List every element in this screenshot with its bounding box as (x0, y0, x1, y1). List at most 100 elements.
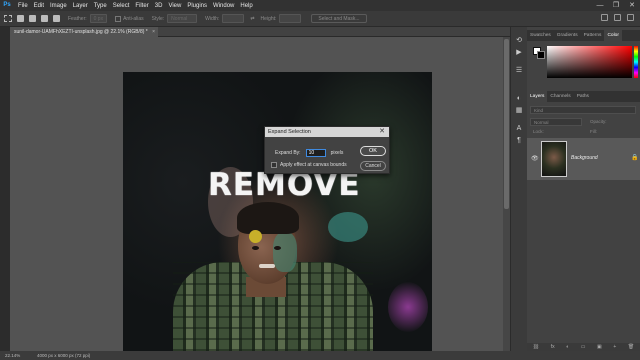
tab-color[interactable]: Color (604, 30, 622, 41)
menu-edit[interactable]: Edit (31, 3, 47, 9)
visibility-eye-icon[interactable]: 👁 (531, 155, 539, 162)
photoshop-window: Ps File Edit Image Layer Type Select Fil… (0, 0, 640, 360)
menu-window[interactable]: Window (210, 3, 237, 9)
cursor-highlight (249, 230, 262, 243)
select-and-mask-button[interactable]: Select and Mask... (311, 14, 367, 23)
subtract-selection-icon[interactable] (41, 15, 48, 22)
paragraph-icon[interactable]: ¶ (515, 137, 523, 145)
layer-row-background[interactable]: 👁 Background 🔒 (527, 138, 640, 180)
tab-gradients[interactable]: Gradients (554, 30, 581, 41)
tab-patterns[interactable]: Patterns (581, 30, 605, 41)
apply-canvas-bounds-checkbox[interactable] (271, 162, 277, 168)
opacity-label: Opacity: (590, 119, 607, 124)
adjustment-layer-icon[interactable]: ◐ (566, 343, 569, 351)
layer-style-icon[interactable]: fx (551, 343, 555, 351)
expand-by-input[interactable]: 10 (305, 149, 326, 157)
lock-label: Lock: (533, 129, 544, 134)
window-controls: — ❐ ✕ (592, 0, 640, 11)
menu-select[interactable]: Select (110, 3, 133, 9)
vertical-scroll-thumb[interactable] (504, 39, 509, 209)
menu-bar: Ps File Edit Image Layer Type Select Fil… (0, 0, 640, 11)
apply-canvas-bounds-row: Apply effect at canvas bounds (271, 162, 347, 168)
anti-alias-label: Anti-alias (123, 15, 144, 22)
menu-filter[interactable]: Filter (132, 3, 151, 9)
boy-hair (237, 202, 299, 234)
new-layer-icon[interactable]: + (613, 343, 616, 351)
search-icon[interactable] (601, 14, 608, 21)
blend-mode-select[interactable]: Normal (530, 118, 582, 126)
document-image[interactable]: REMOVE (123, 72, 432, 351)
menu-view[interactable]: View (165, 3, 184, 9)
apply-canvas-bounds-label: Apply effect at canvas bounds (280, 162, 347, 168)
share-icon[interactable] (627, 14, 634, 21)
style-label: Style: (151, 15, 165, 22)
hue-slider[interactable] (634, 46, 638, 78)
width-input[interactable] (222, 14, 245, 23)
tab-layers[interactable]: Layers (527, 91, 548, 102)
app-logo: Ps (3, 2, 11, 8)
add-selection-icon[interactable] (29, 15, 36, 22)
delete-layer-icon[interactable]: 🗑 (628, 343, 634, 351)
cancel-button[interactable]: Cancel (360, 161, 386, 171)
layer-name[interactable]: Background (571, 155, 598, 161)
menu-plugins[interactable]: Plugins (184, 3, 210, 9)
intersect-selection-icon[interactable] (53, 15, 60, 22)
document-tab-title: sunil-damor-UAMFhXEZTI-unsplash.jpg @ 22… (14, 29, 148, 35)
marquee-tool-icon[interactable] (4, 15, 12, 22)
link-layers-icon[interactable]: ⛓ (533, 343, 539, 351)
canvas-area[interactable]: REMOVE Expand Selection ✕ Expand By: 10 … (10, 37, 510, 351)
properties-icon[interactable]: ☰ (515, 67, 523, 75)
dialog-close-icon[interactable]: ✕ (379, 127, 385, 137)
menu-type[interactable]: Type (91, 3, 110, 9)
zoom-level[interactable]: 22.14% (5, 351, 20, 360)
background-figure-teal (328, 212, 368, 242)
layer-filter-kind[interactable]: Kind (530, 106, 636, 114)
menu-layer[interactable]: Layer (70, 3, 91, 9)
workspace-icon[interactable] (614, 14, 621, 21)
tab-paths[interactable]: Paths (574, 91, 592, 102)
close-window-button[interactable]: ✕ (624, 0, 640, 11)
height-label: Height: (260, 15, 277, 22)
new-group-icon[interactable]: ▣ (597, 343, 602, 351)
layer-mask-icon[interactable]: ▭ (581, 343, 586, 351)
menu-help[interactable]: Help (237, 3, 255, 9)
swap-icon[interactable]: ⇄ (250, 16, 254, 22)
document-tab[interactable]: sunil-damor-UAMFhXEZTI-unsplash.jpg @ 22… (10, 27, 158, 37)
tab-swatches[interactable]: Swatches (527, 30, 554, 41)
feather-input[interactable]: 0 px (89, 14, 108, 23)
document-tab-bar: sunil-damor-UAMFhXEZTI-unsplash.jpg @ 22… (10, 27, 510, 37)
restore-button[interactable]: ❐ (608, 0, 624, 11)
layers-panel-tabs: Layers Channels Paths (527, 91, 640, 102)
tab-channels[interactable]: Channels (547, 91, 573, 102)
ok-button[interactable]: OK (360, 146, 386, 156)
minimize-button[interactable]: — (592, 0, 608, 11)
menu-image[interactable]: Image (47, 3, 70, 9)
document-info[interactable]: 4000 px x 6000 px (72 ppi) (37, 351, 90, 360)
color-panel-tabs: Swatches Gradients Patterns Color (527, 30, 640, 41)
menu-file[interactable]: File (15, 3, 31, 9)
color-picker-field[interactable] (547, 46, 632, 78)
width-label: Width: (205, 15, 220, 22)
anti-alias-checkbox[interactable] (115, 15, 122, 22)
right-eye (274, 246, 281, 250)
character-icon[interactable]: A (515, 125, 523, 133)
background-figure-right (388, 282, 428, 332)
style-select[interactable]: Normal (167, 14, 198, 23)
new-selection-icon[interactable] (17, 15, 24, 22)
height-input[interactable] (279, 14, 302, 23)
background-color-swatch[interactable] (537, 51, 545, 59)
feather-label: Feather: (68, 15, 87, 22)
dialog-title-bar: Expand Selection ✕ (265, 127, 389, 137)
vertical-scrollbar[interactable] (503, 37, 510, 351)
face-paint (273, 232, 297, 272)
right-panels: Swatches Gradients Patterns Color Layers… (527, 27, 640, 351)
dialog-title: Expand Selection (268, 129, 311, 135)
actions-icon[interactable]: ▶ (515, 49, 523, 57)
history-icon[interactable]: ⟲ (515, 37, 523, 45)
libraries-icon[interactable]: ▦ (515, 107, 523, 115)
expand-by-label: Expand By: (275, 150, 301, 156)
menu-3d[interactable]: 3D (152, 3, 166, 9)
layer-thumbnail (541, 141, 567, 177)
document-close-icon[interactable]: × (152, 29, 155, 35)
adjustments-icon[interactable]: ◐ (515, 95, 523, 103)
